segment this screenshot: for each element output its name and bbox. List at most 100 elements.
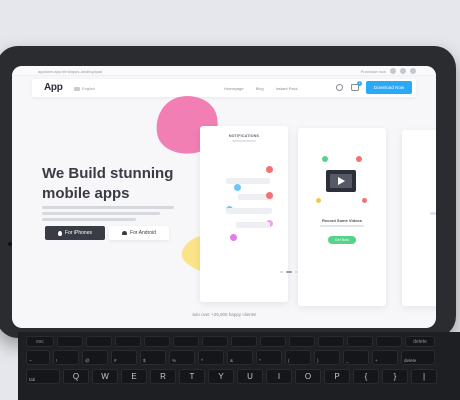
- key[interactable]: !: [53, 350, 79, 365]
- notifications-title: NOTIFICATIONS: [228, 134, 260, 138]
- key[interactable]: [260, 336, 286, 347]
- key[interactable]: [347, 336, 373, 347]
- key-y[interactable]: Y: [208, 369, 234, 384]
- key[interactable]: _: [343, 350, 369, 365]
- delete-key[interactable]: delete: [405, 336, 435, 347]
- key[interactable]: $: [140, 350, 166, 365]
- key[interactable]: [115, 336, 141, 347]
- slider-dot[interactable]: [295, 271, 298, 273]
- key-r[interactable]: R: [150, 369, 176, 384]
- notification-row: [226, 208, 272, 214]
- key[interactable]: #: [111, 350, 137, 365]
- partial-card[interactable]: [402, 130, 436, 306]
- check-icon: [322, 156, 328, 162]
- play-icon: [338, 177, 345, 185]
- function-key-row: esc delete: [26, 336, 435, 347]
- text-line: [320, 225, 364, 227]
- list-icon[interactable]: [400, 68, 406, 74]
- key[interactable]: [376, 336, 402, 347]
- key-i[interactable]: I: [266, 369, 292, 384]
- heart-icon: [362, 198, 367, 203]
- key[interactable]: [173, 336, 199, 347]
- key[interactable]: [231, 336, 257, 347]
- delete-key[interactable]: delete: [401, 350, 435, 365]
- notification-row: [226, 178, 270, 184]
- key-q[interactable]: Q: [63, 369, 89, 384]
- heart-icon: [266, 166, 273, 173]
- key[interactable]: @: [82, 350, 108, 365]
- heart-icon: [356, 156, 362, 162]
- top-letter-row: tab Q W E R T Y U I O P { } |: [26, 369, 437, 384]
- search-icon[interactable]: [336, 84, 343, 91]
- nav-link-homepage[interactable]: Homepage: [224, 86, 244, 91]
- get-now-button[interactable]: Get Now: [328, 236, 356, 244]
- key-pipe[interactable]: |: [411, 369, 437, 384]
- notifications-card[interactable]: NOTIFICATIONS: [200, 126, 288, 302]
- download-now-button[interactable]: Download Now: [366, 81, 412, 94]
- browser-actions: Purchase now: [361, 68, 416, 74]
- key-o[interactable]: O: [295, 369, 321, 384]
- key[interactable]: [86, 336, 112, 347]
- record-videos-card[interactable]: Record Some Videos Get Now: [298, 128, 386, 306]
- nav-links: Homepage Blog Instant Pack: [224, 86, 298, 91]
- flag-icon: [74, 86, 80, 91]
- for-iphones-button[interactable]: For iPhones: [45, 226, 105, 240]
- key-u[interactable]: U: [237, 369, 263, 384]
- language-selector[interactable]: English: [74, 86, 95, 91]
- tab-key[interactable]: tab: [26, 369, 60, 384]
- browser-url[interactable]: apptown.app.html/apps-landing/ipad: [38, 69, 102, 74]
- user-icon: [234, 184, 241, 191]
- for-android-button[interactable]: For Android: [109, 226, 169, 240]
- android-icon: [122, 231, 128, 235]
- key[interactable]: &: [227, 350, 253, 365]
- close-icon[interactable]: [410, 68, 416, 74]
- key-p[interactable]: P: [324, 369, 350, 384]
- slider-dot-active[interactable]: [286, 271, 292, 273]
- language-label: English: [82, 86, 96, 91]
- text-line: [42, 206, 174, 209]
- user-icon: [230, 234, 237, 241]
- nav-link-instant-pack[interactable]: Instant Pack: [276, 86, 298, 91]
- text-line: [430, 212, 436, 215]
- keyboard: esc delete ~ ! @ # $ % ^ & * ( ) _ + del…: [18, 332, 460, 400]
- key[interactable]: ~: [26, 350, 50, 365]
- for-android-label: For Android: [130, 230, 156, 236]
- text-line: [232, 140, 256, 142]
- key[interactable]: +: [372, 350, 398, 365]
- video-player-icon: [326, 170, 356, 192]
- clients-tagline: Join over +25,000 happy clients!: [191, 312, 257, 317]
- key[interactable]: [57, 336, 83, 347]
- scene: apptown.app.html/apps-landing/ipad Purch…: [0, 0, 460, 400]
- slider-dot[interactable]: [280, 271, 283, 273]
- key[interactable]: [289, 336, 315, 347]
- key-right-brace[interactable]: }: [382, 369, 408, 384]
- purchase-link[interactable]: Purchase now: [361, 69, 386, 74]
- key[interactable]: %: [169, 350, 195, 365]
- nav-link-blog[interactable]: Blog: [256, 86, 264, 91]
- key[interactable]: [144, 336, 170, 347]
- hero-description: [42, 206, 174, 224]
- key-left-brace[interactable]: {: [353, 369, 379, 384]
- key-w[interactable]: W: [92, 369, 118, 384]
- key[interactable]: [318, 336, 344, 347]
- key[interactable]: ): [314, 350, 340, 365]
- record-videos-title: Record Some Videos: [322, 218, 362, 223]
- key[interactable]: *: [256, 350, 282, 365]
- hero-title: We Build stunning mobile apps: [42, 165, 174, 202]
- text-line: [42, 212, 160, 215]
- key[interactable]: [202, 336, 228, 347]
- star-icon: [316, 198, 321, 203]
- key[interactable]: esc: [26, 336, 54, 347]
- browser-bar: apptown.app.html/apps-landing/ipad Purch…: [12, 66, 436, 76]
- apple-icon: [58, 230, 63, 236]
- notification-row: [236, 222, 270, 228]
- share-icon[interactable]: [390, 68, 396, 74]
- key[interactable]: (: [285, 350, 311, 365]
- key-e[interactable]: E: [121, 369, 147, 384]
- key-t[interactable]: T: [179, 369, 205, 384]
- site-logo[interactable]: App: [44, 82, 63, 93]
- number-key-row: ~ ! @ # $ % ^ & * ( ) _ + delete: [26, 350, 435, 365]
- text-line: [42, 218, 136, 221]
- key[interactable]: ^: [198, 350, 224, 365]
- cart-badge: 2: [357, 81, 362, 86]
